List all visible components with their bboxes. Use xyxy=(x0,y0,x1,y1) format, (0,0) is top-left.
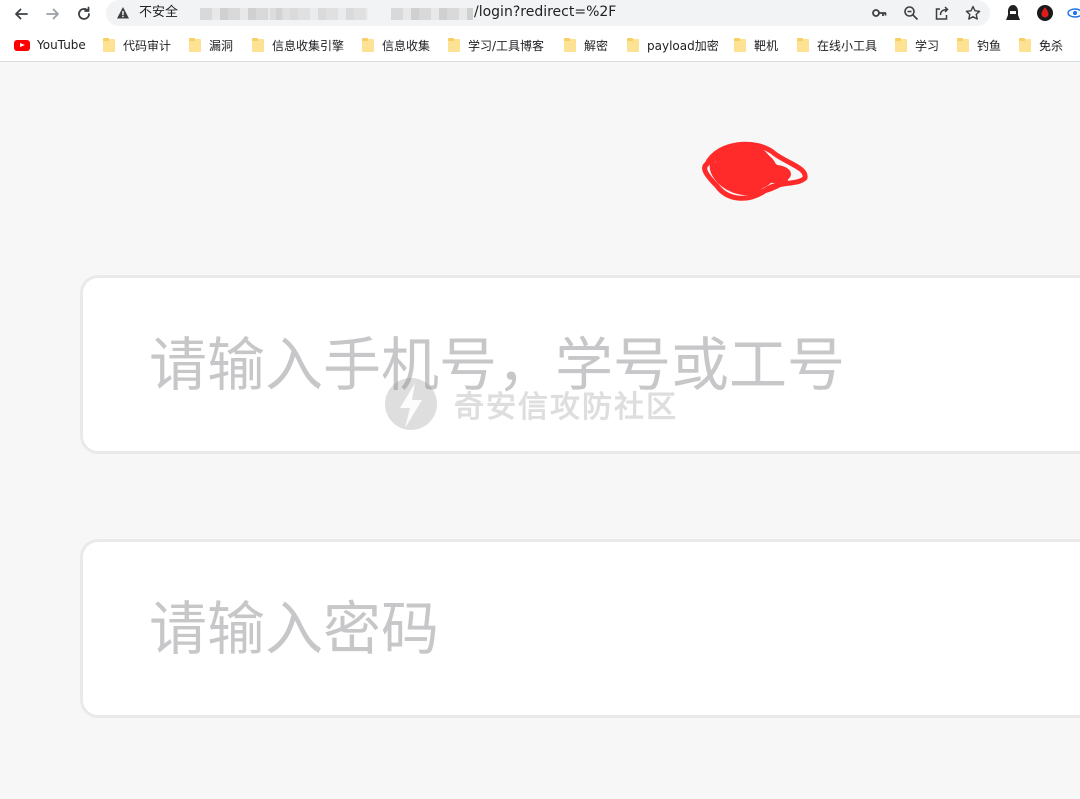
url-path: /login?redirect=%2F xyxy=(474,4,617,20)
folder-icon xyxy=(734,38,746,52)
bookmark-folder[interactable]: 学习/工具博客 xyxy=(448,36,544,54)
password-field-container xyxy=(80,539,1080,718)
bookmark-youtube[interactable]: YouTube xyxy=(14,36,86,54)
bookmark-folder[interactable]: 解密 xyxy=(564,36,608,54)
login-page: 奇安信攻防社区 xyxy=(0,62,1080,799)
zoom-icon[interactable] xyxy=(902,4,920,22)
redacted-host-block xyxy=(391,8,473,20)
bookmark-label: 漏洞 xyxy=(209,38,234,53)
bookmark-folder[interactable]: 免杀 xyxy=(1019,36,1063,54)
username-field-container xyxy=(80,275,1080,454)
folder-icon xyxy=(448,38,460,52)
folder-icon xyxy=(895,38,907,52)
bookmark-label: 解密 xyxy=(584,38,609,53)
warning-triangle-icon xyxy=(116,5,130,24)
youtube-icon xyxy=(14,39,30,51)
bookmark-label: 学习/工具博客 xyxy=(468,38,545,53)
extension-hacker-icon[interactable] xyxy=(1003,3,1023,23)
browser-window: 不安全 /login?redirect=%2F YouTube 代码审计 漏洞 … xyxy=(0,0,1080,799)
bookmark-folder[interactable]: 钓鱼 xyxy=(957,36,1001,54)
extension-red-drop-icon[interactable] xyxy=(1035,3,1055,23)
share-icon[interactable] xyxy=(933,4,951,22)
folder-icon xyxy=(627,38,639,52)
bookmark-label: 信息收集 xyxy=(382,38,431,53)
bookmark-label: 代码审计 xyxy=(123,38,172,53)
back-arrow-icon xyxy=(15,8,28,20)
redacted-logo-scribble xyxy=(702,141,808,201)
security-label: 不安全 xyxy=(139,5,179,20)
bookmark-label: 免杀 xyxy=(1039,38,1064,53)
address-bar[interactable]: 不安全 /login?redirect=%2F xyxy=(106,0,990,26)
folder-icon xyxy=(957,38,969,52)
folder-icon xyxy=(362,38,374,52)
folder-icon xyxy=(564,38,576,52)
bookmark-folder[interactable]: 信息收集引擎 xyxy=(252,36,344,54)
back-button[interactable] xyxy=(8,2,34,26)
bookmark-folder[interactable]: 信息收集 xyxy=(362,36,430,54)
password-input[interactable] xyxy=(83,542,1080,715)
bookmark-folder[interactable]: 在线小工具 xyxy=(797,36,877,54)
key-icon[interactable] xyxy=(870,4,888,22)
folder-icon xyxy=(252,38,264,52)
bookmark-folder[interactable]: payload加密 xyxy=(627,36,719,54)
reload-icon xyxy=(78,6,90,20)
bookmarks-bar: YouTube 代码审计 漏洞 信息收集引擎 信息收集 学习/工具博客 解密 p… xyxy=(0,28,1080,62)
bookmark-label: 在线小工具 xyxy=(817,38,878,53)
bookmark-folder[interactable]: 学习 xyxy=(895,36,939,54)
folder-icon xyxy=(797,38,809,52)
folder-icon xyxy=(103,38,115,52)
extension-eye-icon[interactable] xyxy=(1066,3,1080,23)
bookmark-label: 钓鱼 xyxy=(977,38,1002,53)
browser-toolbar: 不安全 /login?redirect=%2F xyxy=(0,0,1080,28)
redacted-host-block xyxy=(270,8,368,20)
folder-icon xyxy=(1019,38,1031,52)
star-bookmark-icon[interactable] xyxy=(964,4,982,22)
bookmark-folder[interactable]: 靶机 xyxy=(734,36,778,54)
forward-button[interactable] xyxy=(40,2,66,26)
bookmark-label: 学习 xyxy=(915,38,940,53)
bookmark-folder[interactable]: 漏洞 xyxy=(189,36,233,54)
folder-icon xyxy=(189,38,201,52)
bookmark-label: YouTube xyxy=(37,38,86,52)
reload-button[interactable] xyxy=(71,2,97,26)
bookmark-label: 靶机 xyxy=(754,38,779,53)
username-input[interactable] xyxy=(83,278,1080,451)
bookmark-label: 信息收集引擎 xyxy=(272,38,345,53)
bookmark-folder[interactable]: 代码审计 xyxy=(103,36,171,54)
forward-arrow-icon xyxy=(46,8,59,20)
bookmark-label: payload加密 xyxy=(647,38,719,53)
